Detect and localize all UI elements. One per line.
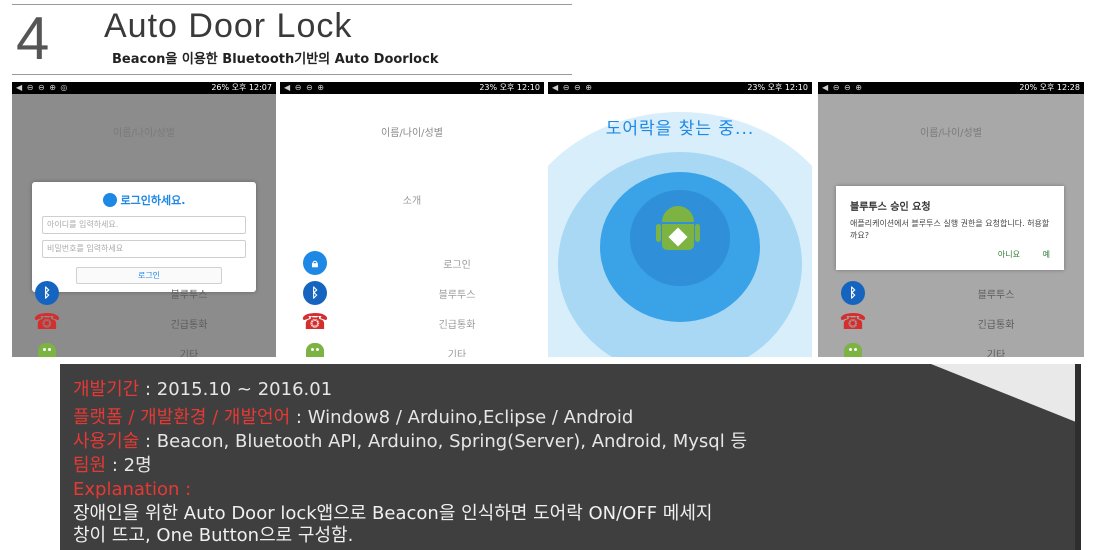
phone-icon: ☎ bbox=[301, 310, 329, 335]
menu-item-label: 긴급통화 bbox=[977, 320, 1015, 331]
header-top-rule bbox=[12, 4, 572, 5]
panel-edge-shade bbox=[1075, 364, 1081, 550]
menu-item-label: 블루투스 bbox=[977, 290, 1015, 301]
menu-item-emergency-call[interactable]: ☎ 긴급통화 bbox=[280, 310, 544, 336]
menu-item-etc[interactable]: 기타 bbox=[818, 340, 1084, 357]
menu-item-label: 기타 bbox=[986, 350, 1006, 357]
info-team-value: : 2명 bbox=[106, 455, 152, 476]
info-period-value: : 2015.10 ~ 2016.01 bbox=[139, 379, 333, 400]
status-time: 23% 오후 12:10 bbox=[747, 83, 808, 92]
status-icons: ◀ ⊖ ⊖ ⊕ bbox=[284, 83, 325, 92]
menu-header: 이름/나이/성별 bbox=[113, 128, 175, 139]
login-title-text: 로그인하세요. bbox=[120, 194, 186, 207]
menu-item-label: 긴급통화 bbox=[438, 320, 476, 331]
info-platform-value: : Window8 / Arduino,Eclipse / Android bbox=[290, 407, 634, 428]
android-icon bbox=[840, 341, 866, 357]
info-explanation-key: Explanation : bbox=[73, 479, 192, 500]
menu-item-login[interactable]: 🔒︎ 로그인 bbox=[280, 250, 544, 276]
menu-item-emergency-call[interactable]: ☎ 긴급통화 bbox=[818, 310, 1084, 336]
info-team-key: 팀원 bbox=[73, 455, 107, 476]
info-platform: 플랫폼 / 개발환경 / 개발언어 : Window8 / Arduino,Ec… bbox=[73, 407, 633, 429]
menu-item-label: 로그인 bbox=[443, 260, 471, 271]
menu-item-label: 긴급통화 bbox=[170, 320, 208, 331]
app-screen: 이름/나이/성별 로그인하세요. 아이디를 입력하세요. 비밀번호를 입력하세요… bbox=[12, 94, 276, 357]
info-description-line-1: 장애인을 위한 Auto Door lock앱으로 Beacon을 인식하면 도… bbox=[73, 503, 713, 524]
info-platform-key: 플랫폼 / 개발환경 / 개발언어 bbox=[73, 407, 291, 428]
status-bar: ◀ ⊖ ⊖ ⊕ 23% 오후 12:10 bbox=[280, 82, 544, 94]
id-input[interactable]: 아이디를 입력하세요. bbox=[42, 216, 246, 234]
info-explanation-heading: Explanation : bbox=[73, 479, 191, 501]
info-tech-value: : Beacon, Bluetooth API, Arduino, Spring… bbox=[139, 431, 747, 452]
dialog-message: 애플리케이션에서 블루투스 실행 권한을 요청합니다. 허용할까요? bbox=[850, 219, 1050, 240]
info-period-key: 개발기간 bbox=[73, 379, 140, 400]
app-screen: 도어락을 찾는 중... bbox=[548, 94, 812, 357]
status-bar: ◀ ⊖ ⊖ ⊕ 20% 오후 12:28 bbox=[818, 82, 1084, 94]
menu-item-label: 블루투스 bbox=[438, 290, 476, 301]
section-number: 4 bbox=[16, 5, 50, 72]
android-icon bbox=[302, 341, 328, 357]
app-screen: 이름/나이/성별 소개 🔒︎ 로그인 ᛒ 블루투스 ☎ 긴급통화 기타 bbox=[280, 94, 544, 357]
header-bottom-rule bbox=[12, 74, 572, 75]
menu-header: 이름/나이/성별 bbox=[381, 128, 443, 139]
phone-screenshot-bluetooth-request: ◀ ⊖ ⊖ ⊕ 20% 오후 12:28 이름/나이/성별 블루투스 승인 요청… bbox=[818, 82, 1084, 357]
app-screen: 이름/나이/성별 블루투스 승인 요청 애플리케이션에서 블루투스 실행 권한을… bbox=[818, 94, 1084, 357]
person-icon bbox=[102, 193, 117, 207]
phone-icon: ☎ bbox=[839, 310, 867, 335]
info-period: 개발기간 : 2015.10 ~ 2016.01 bbox=[73, 379, 332, 401]
phone-screenshot-scanning: ◀ ⊖ ⊖ ⊕ 23% 오후 12:10 도어락을 찾는 중... bbox=[548, 82, 812, 357]
menu-item-label: 블루투스 bbox=[170, 290, 208, 301]
menu-item-bluetooth[interactable]: ᛒ 블루투스 bbox=[12, 280, 276, 306]
scanning-status-text: 도어락을 찾는 중... bbox=[605, 119, 755, 139]
status-icons: ◀ ⊖ ⊖ ⊕ ◎ bbox=[16, 83, 69, 92]
phone-screenshot-menu: ◀ ⊖ ⊖ ⊕ 23% 오후 12:10 이름/나이/성별 소개 🔒︎ 로그인 … bbox=[280, 82, 544, 357]
menu-item-bluetooth[interactable]: ᛒ 블루투스 bbox=[818, 280, 1084, 306]
lock-icon: 🔒︎ bbox=[302, 251, 328, 275]
menu-item-label: 기타 bbox=[179, 350, 199, 357]
info-team: 팀원 : 2명 bbox=[73, 455, 152, 477]
status-icons: ◀ ⊖ ⊖ ⊕ bbox=[552, 83, 593, 92]
android-icon bbox=[34, 341, 60, 357]
phone-screenshot-login: ◀ ⊖ ⊖ ⊕ ◎ 26% 오후 12:07 이름/나이/성별 로그인하세요. … bbox=[12, 82, 276, 357]
info-description-line-2: 창이 뜨고, One Button으로 구성함. bbox=[73, 525, 354, 546]
dialog-title: 블루투스 승인 요청 bbox=[850, 202, 931, 213]
intro-label: 소개 bbox=[402, 196, 422, 207]
login-dialog: 로그인하세요. 아이디를 입력하세요. 비밀번호를 입력하세요 로그인 bbox=[32, 182, 256, 292]
bluetooth-icon: ᛒ bbox=[840, 281, 866, 305]
android-icon bbox=[656, 204, 700, 258]
menu-item-emergency-call[interactable]: ☎ 긴급통화 bbox=[12, 310, 276, 336]
info-tech: 사용기술 : Beacon, Bluetooth API, Arduino, S… bbox=[73, 431, 747, 453]
allow-button[interactable]: 예 bbox=[1043, 249, 1050, 260]
password-input[interactable]: 비밀번호를 입력하세요 bbox=[42, 240, 246, 258]
menu-item-etc[interactable]: 기타 bbox=[12, 340, 276, 357]
status-bar: ◀ ⊖ ⊖ ⊕ ◎ 26% 오후 12:07 bbox=[12, 82, 276, 94]
page-title: Auto Door Lock bbox=[104, 7, 353, 45]
menu-item-label: 기타 bbox=[447, 350, 467, 357]
project-info-panel: 개발기간 : 2015.10 ~ 2016.01 플랫폼 / 개발환경 / 개발… bbox=[60, 364, 1081, 550]
page-subtitle: Beacon을 이용한 Bluetooth기반의 Auto Doorlock bbox=[112, 52, 439, 67]
menu-header: 이름/나이/성별 bbox=[920, 128, 982, 139]
bluetooth-icon: ᛒ bbox=[34, 281, 60, 305]
status-time: 20% 오후 12:28 bbox=[1019, 83, 1080, 92]
status-time: 23% 오후 12:10 bbox=[479, 83, 540, 92]
login-dialog-title: 로그인하세요. bbox=[32, 192, 256, 208]
bluetooth-permission-dialog: 블루투스 승인 요청 애플리케이션에서 블루투스 실행 권한을 요청합니다. 허… bbox=[836, 186, 1064, 270]
deny-button[interactable]: 아니요 bbox=[998, 249, 1020, 260]
menu-item-etc[interactable]: 기타 bbox=[280, 340, 544, 357]
status-time: 26% 오후 12:07 bbox=[211, 83, 272, 92]
bluetooth-icon: ᛒ bbox=[302, 281, 328, 305]
phone-icon: ☎ bbox=[33, 310, 61, 335]
panel-corner-fold bbox=[931, 364, 1081, 424]
status-bar: ◀ ⊖ ⊖ ⊕ 23% 오후 12:10 bbox=[548, 82, 812, 94]
menu-item-bluetooth[interactable]: ᛒ 블루투스 bbox=[280, 280, 544, 306]
info-tech-key: 사용기술 bbox=[73, 431, 140, 452]
status-icons: ◀ ⊖ ⊖ ⊕ bbox=[822, 83, 863, 92]
